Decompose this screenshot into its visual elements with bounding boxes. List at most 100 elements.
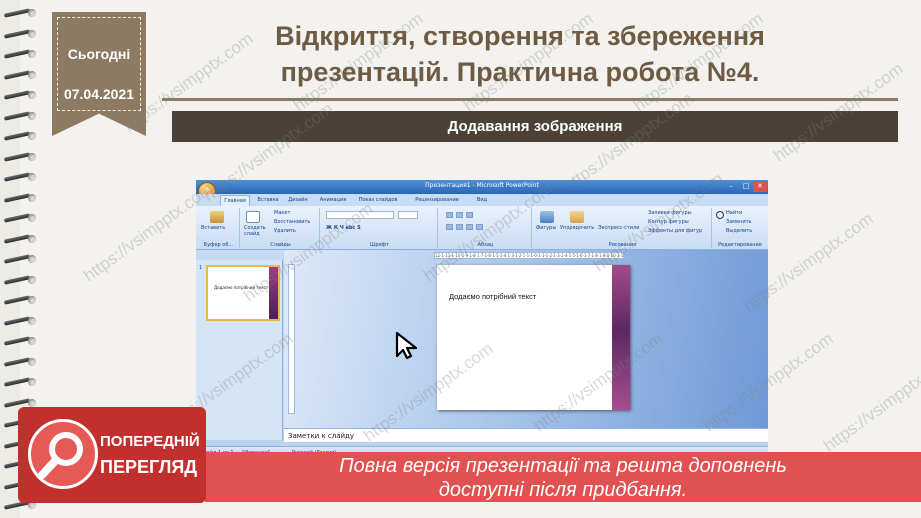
title-divider [162, 98, 898, 101]
spiral-ring [3, 69, 38, 80]
spiral-ring [3, 49, 38, 59]
clipboard-group-label: Буфер об... [203, 242, 234, 248]
spiral-ring [3, 172, 38, 182]
select-label: Выделить [726, 228, 753, 234]
spiral-ring [3, 90, 38, 100]
bullets-icon [446, 212, 453, 218]
spiral-ring [3, 233, 38, 244]
font-name-field [326, 211, 394, 219]
new-slide-icon [246, 211, 260, 223]
find-icon [716, 211, 724, 219]
thumbnail-band [269, 267, 278, 319]
delete-label: Удалить [274, 228, 296, 234]
replace-label: Заменить [726, 219, 752, 225]
clipboard-group: Вставить Буфер об... [198, 208, 240, 248]
create-slide-label: Создать слайд [244, 225, 266, 237]
font-format-buttons: Ж К Ч abc S [326, 225, 361, 231]
ppt-titlebar: Презентация1 - Microsoft PowerPoint – □ … [196, 180, 768, 194]
layout-label: Макет [274, 210, 291, 216]
title-line-1: Відкриття, створення та збереження [275, 21, 765, 51]
subtitle-banner: Додавання зображення [172, 111, 898, 142]
paragraph-group: Абзац [440, 208, 532, 248]
paste-label: Вставить [201, 225, 226, 231]
tab-design: Дизайн [288, 197, 308, 203]
maximize-icon: □ [742, 182, 750, 190]
notes-field: Заметки к слайду [284, 428, 768, 442]
tab-insert: Вставка [257, 197, 279, 203]
page-title: Відкриття, створення та збереження презе… [230, 18, 810, 90]
ppt-window-title: Презентация1 - Microsoft PowerPoint [425, 182, 539, 189]
search-icon [28, 419, 98, 489]
date-label: Сьогодні [67, 46, 131, 62]
effects-label: Эффекты для фигур [648, 228, 703, 234]
font-group: Ж К Ч abc S Шрифт [322, 208, 438, 248]
spiral-ring [3, 28, 38, 39]
fill-label: Заливка фигуры [648, 210, 692, 216]
spiral-ring [3, 151, 38, 162]
slide-workspace: 12·1·11·1·10·1·9·1·8·1·7·1·6·1·5·1·4·1·3… [284, 250, 768, 428]
paste-icon [210, 211, 224, 223]
restore-label: Восстановить [274, 219, 311, 225]
vertical-ruler [288, 264, 295, 414]
figures-icon [540, 211, 554, 223]
spiral-ring [3, 213, 38, 223]
spiral-ring [3, 397, 38, 408]
ppt-ribbon: Вставить Буфер об... Создать слайд Макет… [196, 206, 768, 250]
thumbnail-text: Додаємо потрібний текст [214, 285, 269, 290]
express-styles-label: Экспресс-стили [598, 225, 640, 231]
arrange-icon [570, 211, 584, 223]
align-center-icon [456, 224, 463, 230]
slide-purple-band [612, 265, 630, 410]
indent-icon [466, 212, 473, 218]
paragraph-group-label: Абзац [477, 242, 494, 248]
banner-line-1: Повна версія презентації та решта доповн… [339, 455, 787, 477]
minimize-icon: – [729, 182, 733, 190]
slide: Сьогодні 07.04.2021 Відкриття, створення… [0, 0, 921, 518]
preview-badge[interactable]: ПОПЕРЕДНІЙ ПЕРЕГЛЯД [18, 407, 206, 503]
drawing-group: Фигуры Упорядочить Экспресс-стили Заливк… [534, 208, 712, 248]
spiral-ring [3, 315, 38, 326]
title-line-2: презентацій. Практична робота №4. [280, 57, 760, 87]
drawing-group-label: Рисование [608, 242, 637, 248]
spiral-ring [3, 377, 38, 387]
spiral-ring [3, 110, 38, 121]
date-value: 07.04.2021 [63, 86, 135, 102]
powerpoint-screenshot: Презентация1 - Microsoft PowerPoint – □ … [196, 180, 768, 460]
align-right-icon [466, 224, 473, 230]
arrange-label: Упорядочить [560, 225, 595, 231]
font-group-label: Шрифт [370, 242, 389, 248]
spiral-ring [3, 8, 38, 18]
thumbnail-number: 1 [199, 265, 203, 271]
font-size-field [398, 211, 418, 219]
banner-line-2: доступні після придбання. [438, 479, 688, 501]
slides-group-label: Слайды [270, 242, 291, 248]
tab-view: Вид [476, 197, 488, 203]
tab-review: Рецензирование [415, 197, 459, 203]
slide-text: Додаємо потрібний текст [449, 292, 537, 301]
editing-group-label: Редактирование [718, 242, 762, 248]
spiral-ring [3, 336, 38, 346]
slide-canvas: Додаємо потрібний текст [437, 265, 630, 410]
figures-label: Фигуры [536, 225, 557, 231]
preview-banner: Повна версія презентації та решта доповн… [205, 452, 921, 502]
tab-slideshow: Показ слайдов [358, 197, 398, 203]
spiral-ring [3, 254, 38, 264]
find-label: Найти [726, 210, 743, 216]
spiral-ring [3, 192, 38, 203]
badge-line-1: ПОПЕРЕДНІЙ [100, 433, 200, 450]
tab-home: Главная [220, 195, 250, 206]
outline-label: Контур фигуры [648, 219, 689, 225]
numbering-icon [456, 212, 463, 218]
badge-line-2: ПЕРЕГЛЯД [100, 457, 198, 477]
tab-animation: Анимация [319, 197, 347, 203]
spiral-ring [3, 274, 38, 285]
slide-thumbnail: Додаємо потрібний текст [206, 265, 280, 321]
align-left-icon [446, 224, 453, 230]
spiral-ring [3, 295, 38, 305]
slides-group: Создать слайд Макет Восстановить Удалить… [242, 208, 320, 248]
slides-panel-tabs [196, 250, 283, 260]
spiral-ring [3, 356, 38, 367]
horizontal-ruler: 12·1·11·1·10·1·9·1·8·1·7·1·6·1·5·1·4·1·3… [434, 252, 624, 259]
ppt-ribbon-tabs: Главная Вставка Дизайн Анимация Показ сл… [196, 194, 768, 206]
mouse-cursor-icon [395, 331, 418, 360]
